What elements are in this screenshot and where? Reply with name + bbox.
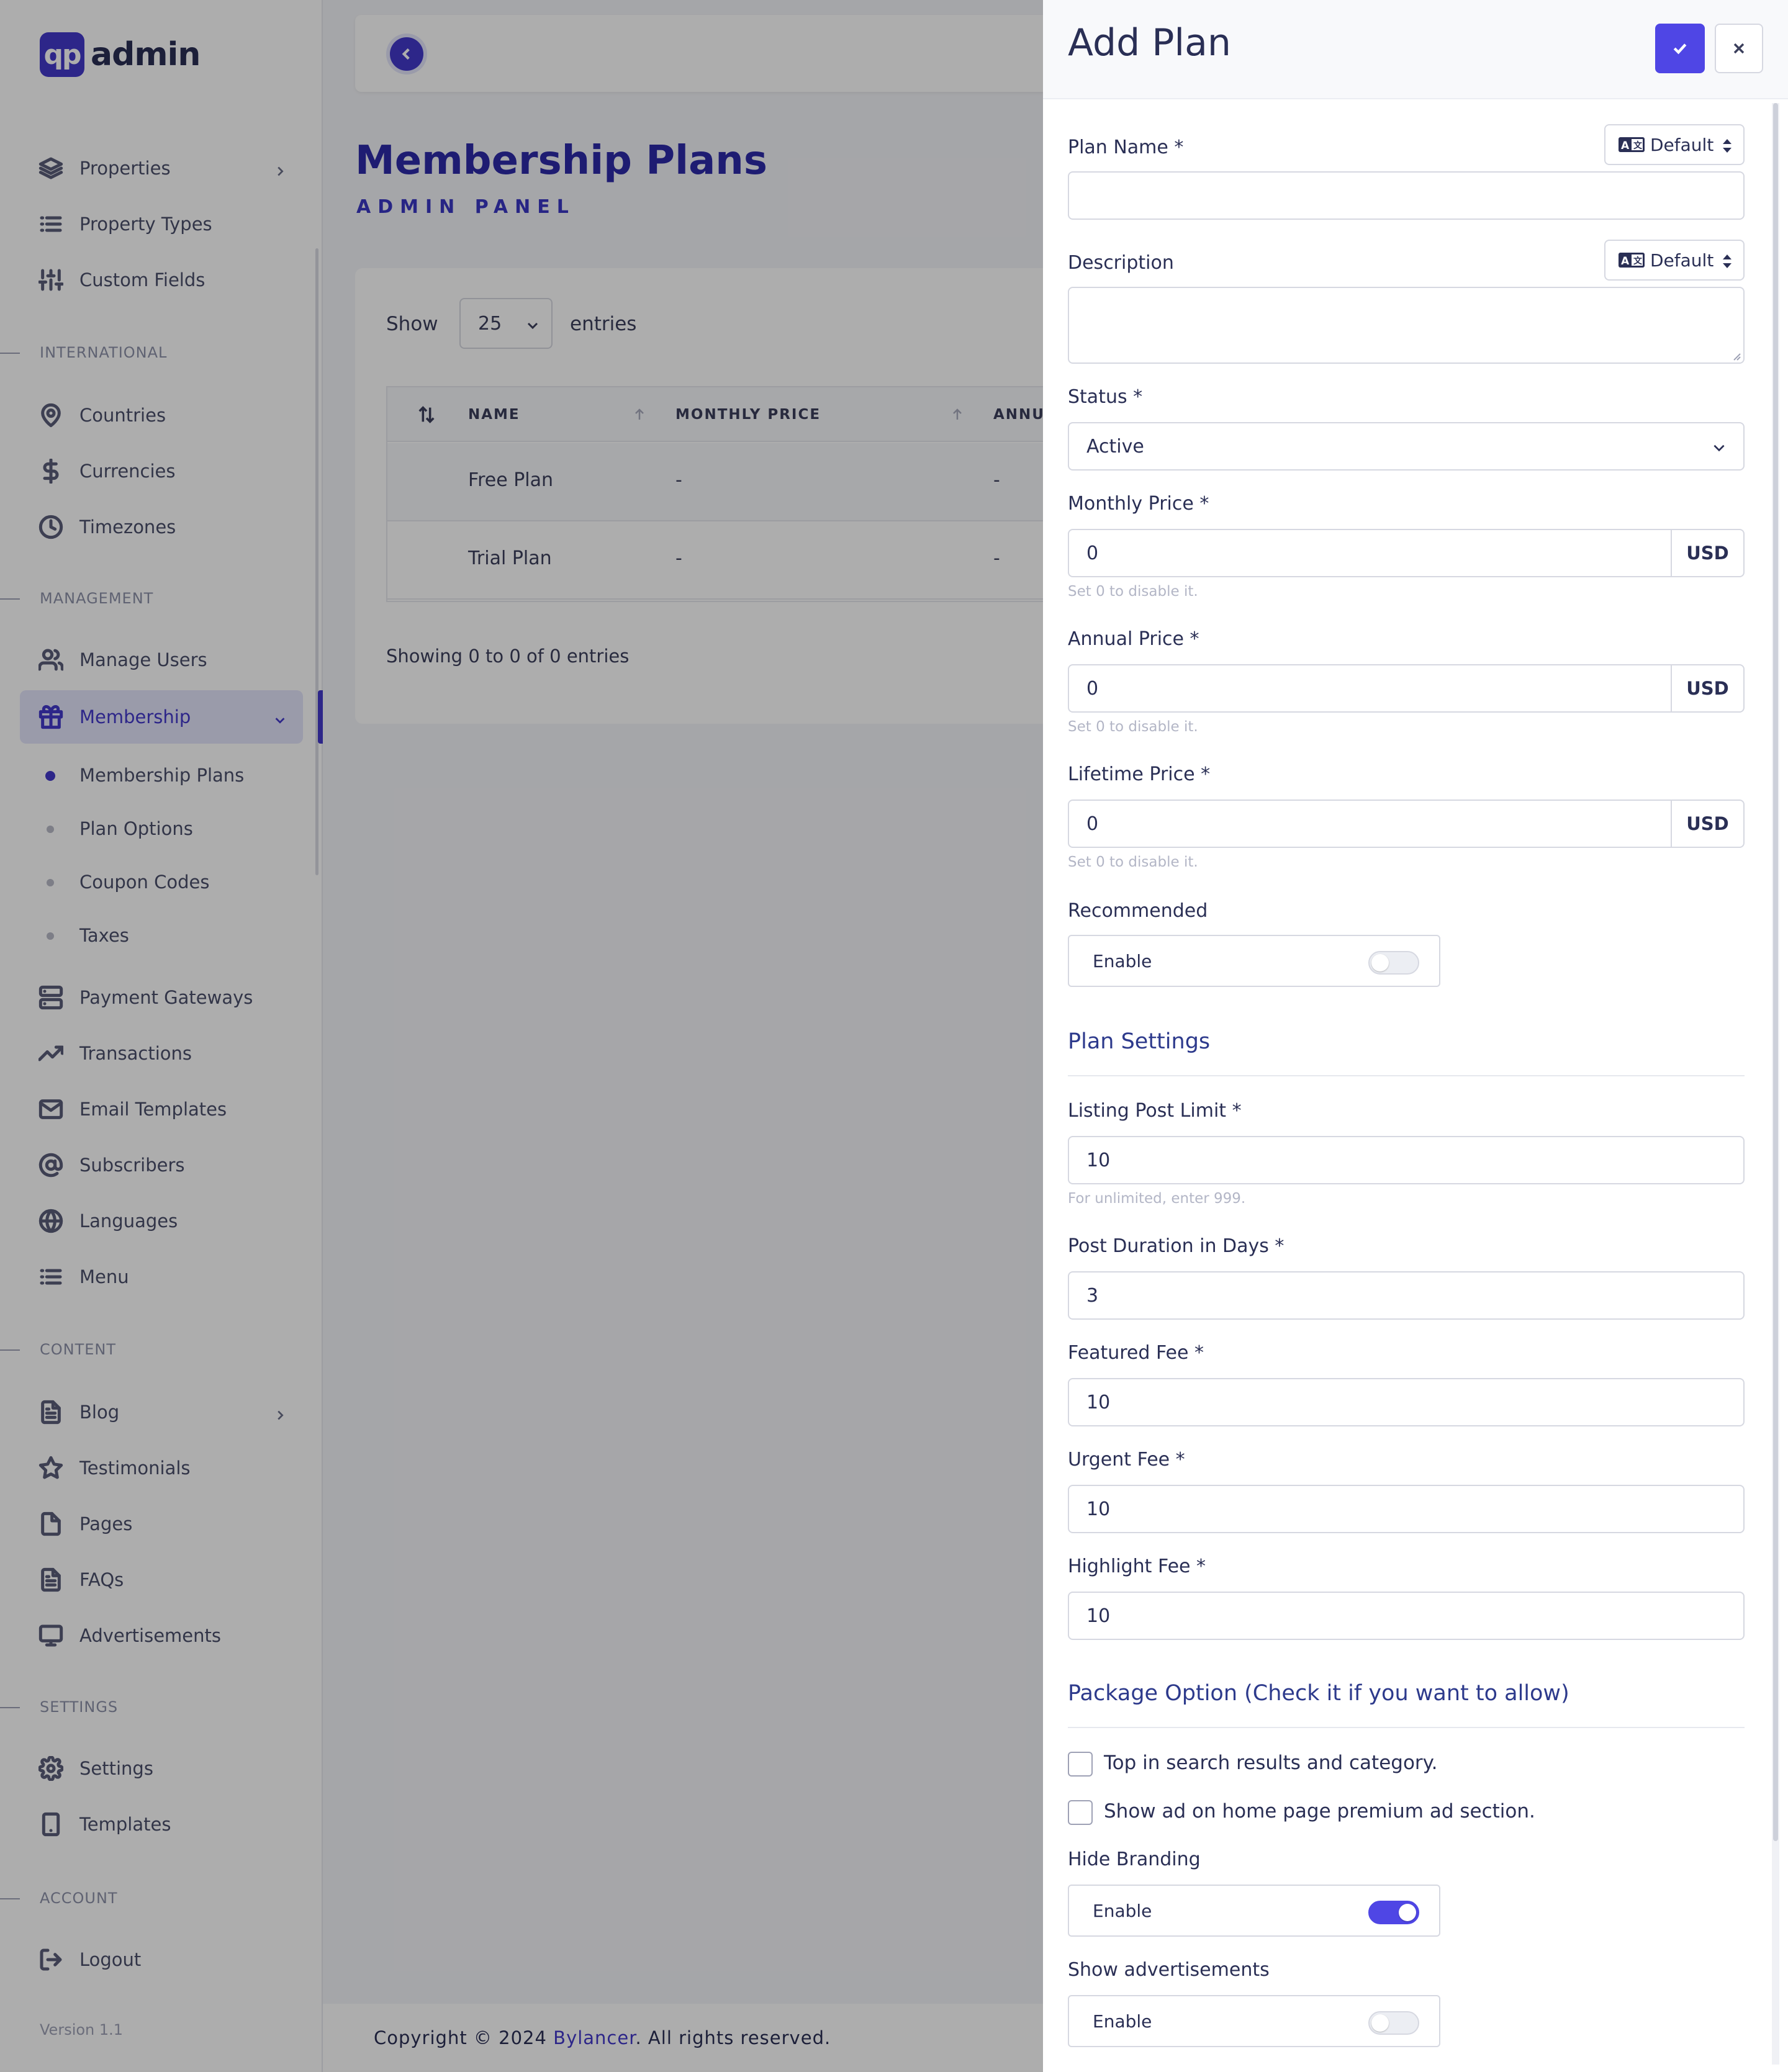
drawer-header: Add Plan xyxy=(1043,0,1788,99)
translate-icon: A文 xyxy=(1618,135,1645,154)
home-premium-label[interactable]: Show ad on home page premium ad section. xyxy=(1104,1800,1535,1822)
show-ads-toggle[interactable] xyxy=(1368,2011,1419,2035)
top-search-checkbox[interactable] xyxy=(1068,1752,1093,1777)
highlight-fee-input[interactable]: 10 xyxy=(1068,1592,1745,1640)
svg-text:A: A xyxy=(1621,140,1630,152)
hide-branding-toggle[interactable] xyxy=(1368,1901,1419,1924)
enable-label: Enable xyxy=(1093,2011,1152,2032)
toggle-knob xyxy=(1371,2014,1389,2032)
annual-price-hint: Set 0 to disable it. xyxy=(1068,719,1198,735)
currency-addon: USD xyxy=(1671,664,1745,713)
currency-addon: USD xyxy=(1671,529,1745,577)
annual-price-label: Annual Price * xyxy=(1068,628,1199,650)
sort-arrows-icon xyxy=(1721,137,1733,155)
status-value: Active xyxy=(1086,435,1144,457)
section-divider xyxy=(1068,1075,1745,1076)
sort-arrows-icon xyxy=(1721,252,1733,271)
language-value: Default xyxy=(1650,250,1714,271)
chevron-down-icon xyxy=(1714,444,1725,452)
plan-settings-heading: Plan Settings xyxy=(1068,1029,1211,1054)
recommended-label: Recommended xyxy=(1068,900,1208,922)
enable-label: Enable xyxy=(1093,951,1152,971)
plan-name-input[interactable] xyxy=(1068,171,1745,220)
status-label: Status * xyxy=(1068,386,1143,408)
package-option-heading: Package Option (Check it if you want to … xyxy=(1068,1681,1569,1706)
svg-text:文: 文 xyxy=(1633,140,1643,151)
hide-branding-label: Hide Branding xyxy=(1068,1849,1201,1870)
listing-limit-label: Listing Post Limit * xyxy=(1068,1100,1242,1122)
hide-branding-toggle-box[interactable]: Enable xyxy=(1068,1885,1440,1937)
close-button[interactable] xyxy=(1715,24,1763,73)
home-premium-checkbox[interactable] xyxy=(1068,1800,1093,1825)
monthly-price-group: 0 USD xyxy=(1068,529,1745,577)
listing-limit-input[interactable]: 10 xyxy=(1068,1136,1745,1184)
highlight-fee-label: Highlight Fee * xyxy=(1068,1556,1206,1577)
drawer-scrollbar[interactable] xyxy=(1772,103,1779,2065)
status-select[interactable]: Active xyxy=(1068,422,1745,471)
description-textarea[interactable] xyxy=(1068,287,1745,364)
listing-limit-hint: For unlimited, enter 999. xyxy=(1068,1191,1246,1207)
show-ads-label: Show advertisements xyxy=(1068,1959,1270,1981)
app: qp admin Properties Property Types Custo… xyxy=(0,0,1788,2072)
monthly-price-hint: Set 0 to disable it. xyxy=(1068,583,1198,600)
enable-label: Enable xyxy=(1093,1901,1152,1921)
section-divider xyxy=(1068,1727,1745,1728)
toggle-knob xyxy=(1371,954,1389,971)
plan-name-language-select[interactable]: A文 Default xyxy=(1604,124,1745,165)
show-ads-toggle-box[interactable]: Enable xyxy=(1068,1995,1440,2047)
urgent-fee-input[interactable]: 10 xyxy=(1068,1485,1745,1533)
check-icon xyxy=(1673,43,1687,55)
description-language-select[interactable]: A文 Default xyxy=(1604,240,1745,281)
monthly-price-label: Monthly Price * xyxy=(1068,493,1209,515)
add-plan-drawer: Add Plan Plan Name * A文 Default Descript… xyxy=(1043,0,1788,2072)
svg-text:A: A xyxy=(1621,255,1630,268)
svg-text:文: 文 xyxy=(1633,256,1643,266)
resize-handle-icon[interactable] xyxy=(1732,351,1741,361)
featured-fee-label: Featured Fee * xyxy=(1068,1342,1204,1364)
lifetime-price-hint: Set 0 to disable it. xyxy=(1068,854,1198,870)
translate-icon: A文 xyxy=(1618,251,1645,269)
urgent-fee-label: Urgent Fee * xyxy=(1068,1449,1185,1471)
recommended-toggle[interactable] xyxy=(1368,951,1419,975)
top-search-label[interactable]: Top in search results and category. xyxy=(1104,1752,1437,1774)
scrollbar-thumb[interactable] xyxy=(1773,103,1778,1841)
monthly-price-input[interactable]: 0 xyxy=(1068,529,1672,577)
post-duration-input[interactable]: 3 xyxy=(1068,1271,1745,1320)
description-label: Description xyxy=(1068,252,1174,274)
drawer-title: Add Plan xyxy=(1068,21,1231,65)
annual-price-input[interactable]: 0 xyxy=(1068,664,1672,713)
save-button[interactable] xyxy=(1655,24,1705,73)
lifetime-price-input[interactable]: 0 xyxy=(1068,800,1672,848)
currency-addon: USD xyxy=(1671,800,1745,848)
toggle-knob xyxy=(1399,1904,1416,1921)
recommended-toggle-box[interactable]: Enable xyxy=(1068,935,1440,987)
lifetime-price-label: Lifetime Price * xyxy=(1068,763,1211,785)
post-duration-label: Post Duration in Days * xyxy=(1068,1235,1285,1257)
annual-price-group: 0 USD xyxy=(1068,664,1745,713)
close-icon xyxy=(1733,43,1745,54)
language-value: Default xyxy=(1650,134,1714,155)
lifetime-price-group: 0 USD xyxy=(1068,800,1745,848)
plan-name-label: Plan Name * xyxy=(1068,137,1184,158)
modal-backdrop[interactable] xyxy=(0,0,1043,2072)
featured-fee-input[interactable]: 10 xyxy=(1068,1378,1745,1426)
